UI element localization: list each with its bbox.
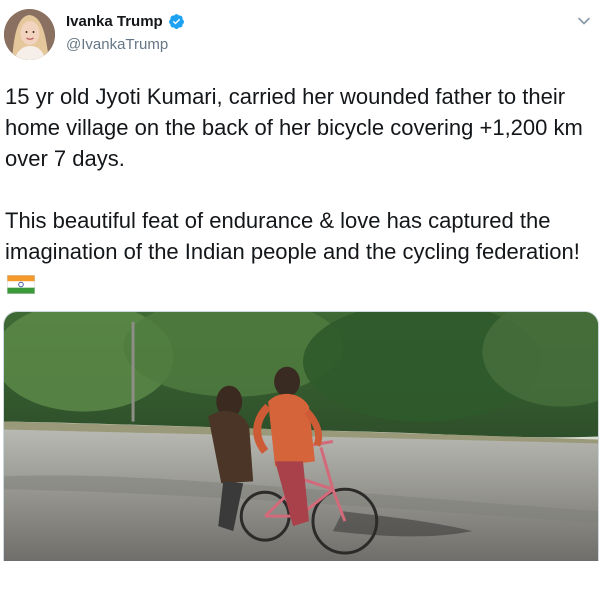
tweet-text-paragraph-2: This beautiful feat of endurance & love … (5, 205, 595, 298)
avatar[interactable] (4, 9, 55, 60)
tweet-text-paragraph-1: 15 yr old Jyoti Kumari, carried her woun… (5, 81, 595, 174)
chevron-down-icon[interactable] (577, 14, 591, 28)
author-name-row: Ivanka Trump (66, 13, 185, 30)
india-flag-icon (7, 275, 35, 294)
tweet-text: 15 yr old Jyoti Kumari, carried her woun… (5, 84, 583, 171)
verified-badge-icon (168, 13, 185, 30)
user-handle[interactable]: @IvankaTrump (66, 36, 168, 53)
tweet-card: Ivanka Trump @IvankaTrump 15 yr old Jyot… (0, 0, 600, 600)
avatar-image (4, 9, 55, 60)
bicycle-photo-image (4, 312, 598, 561)
display-name[interactable]: Ivanka Trump (66, 13, 163, 30)
tweet-text: This beautiful feat of endurance & love … (5, 208, 580, 264)
tweet-photo[interactable] (3, 311, 599, 561)
